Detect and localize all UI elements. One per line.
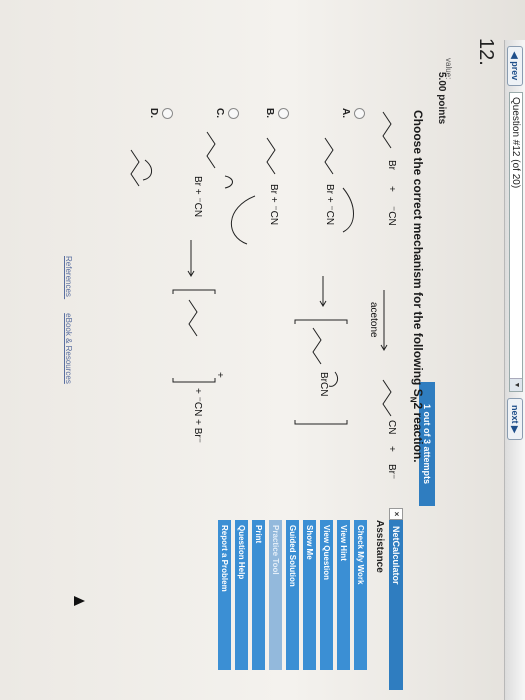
report-a-problem-button[interactable]: Report a Problem [218, 520, 231, 670]
question-page: ◀ prev Question #12 (of 20) ▼ next ▶ 12.… [0, 0, 525, 700]
option-d-curved-arrow [142, 159, 152, 181]
close-icon[interactable]: × [389, 508, 403, 520]
netcalculator-button[interactable]: × NetCalculator [389, 508, 403, 690]
option-a-intermediate-chain [312, 327, 322, 365]
option-c-curved-arrow [224, 175, 233, 189]
chemistry-drawings [130, 111, 392, 425]
reactant-bromide: Br [386, 160, 397, 170]
solvent-label: acetone [368, 302, 379, 338]
option-a-label: A. [340, 108, 351, 118]
footer-links: References eBook & Resources [64, 256, 73, 384]
option-c-radio[interactable] [228, 108, 239, 119]
option-a-radio[interactable] [354, 108, 365, 119]
option-b-expression: Br + ⁻CN [268, 184, 279, 226]
option-b-chain [266, 137, 276, 175]
guided-solution-button[interactable]: Guided Solution [286, 520, 299, 670]
option-c-chain [206, 131, 216, 169]
option-a-curved-arrow [342, 187, 354, 233]
option-a-expression: Br + ⁻CN [324, 184, 335, 226]
option-a-intermediate: BrCN [318, 372, 329, 397]
option-c-charge: + [214, 372, 225, 378]
product-bromide: Br⁻ [386, 464, 397, 480]
mouse-cursor-icon [74, 596, 85, 606]
option-d-radio[interactable] [162, 108, 173, 119]
product-chain [382, 379, 392, 417]
option-a-chain [324, 137, 334, 175]
view-question-button[interactable]: View Question [320, 520, 333, 670]
option-c-intermediate-chain [188, 299, 198, 337]
reactant-plus: + [386, 186, 397, 192]
screen: ◀ prev Question #12 (of 20) ▼ next ▶ 12.… [0, 0, 525, 700]
references-link[interactable]: References [64, 256, 73, 297]
reactant-chain [382, 111, 392, 149]
print-button[interactable]: Print [252, 520, 265, 670]
option-c-left-bracket [172, 289, 216, 294]
ebook-resources-link[interactable]: eBook & Resources [64, 313, 73, 384]
product-plus: + [386, 446, 397, 452]
option-a-intermediate-arrow [328, 371, 338, 387]
view-hint-button[interactable]: View Hint [337, 520, 350, 670]
option-a-right-bracket [294, 420, 348, 425]
assistance-heading: Assistance [374, 520, 385, 573]
option-b-curved-arrow [231, 195, 256, 245]
option-a-left-bracket [294, 319, 348, 324]
option-c-right-bracket [172, 378, 216, 383]
option-d-label: D. [148, 108, 159, 118]
option-c-products: + ⁻CN + Br⁻ [192, 388, 203, 444]
check-my-work-button[interactable]: Check My Work [354, 520, 367, 670]
question-help-button[interactable]: Question Help [235, 520, 248, 670]
practice-tool-button[interactable]: Practice Tool [269, 520, 282, 670]
option-c-expression: Br + ⁻CN [192, 176, 203, 218]
reactant-cyanide: ⁻CN [386, 206, 397, 226]
option-d-chain [130, 149, 140, 187]
option-b-radio[interactable] [278, 108, 289, 119]
netcalculator-label: NetCalculator [391, 526, 401, 585]
option-c-label: C. [214, 108, 225, 118]
option-b-label: B. [264, 108, 275, 118]
show-me-button[interactable]: Show Me [303, 520, 316, 670]
product-nitrile: CN [386, 420, 397, 435]
